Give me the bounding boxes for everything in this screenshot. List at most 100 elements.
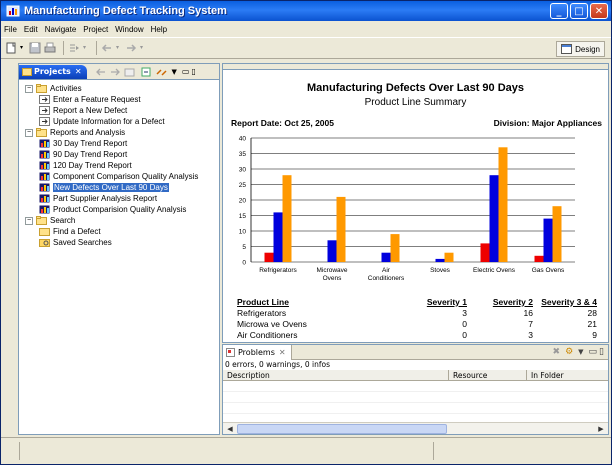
new-icon[interactable] [5, 42, 17, 54]
next-annotation-icon[interactable] [68, 42, 80, 54]
menu-edit[interactable]: Edit [24, 25, 38, 34]
defects-table: Product Line Severity 1 Severity 2 Severity… [237, 296, 607, 343]
column-header: Product Line [237, 296, 289, 307]
view-menu-icon[interactable]: ▼ [578, 348, 583, 356]
maximize-view-icon[interactable]: ▯ [599, 347, 604, 357]
collapse-all-icon[interactable] [141, 67, 153, 77]
tree-item[interactable]: Saved Searches [19, 237, 219, 248]
tree-item[interactable]: Part Supplier Analysis Report [19, 193, 219, 204]
projects-tab-label: Projects [34, 67, 71, 76]
filter-icon[interactable]: ⚙ [565, 347, 573, 357]
view-menu-icon[interactable]: ▼ [172, 68, 177, 76]
x-tick-label: Gas Ovens [532, 267, 565, 274]
tree-item[interactable]: Enter a Feature Request [19, 94, 219, 105]
tree-item[interactable]: − Search [19, 215, 219, 226]
status-divider [433, 442, 434, 460]
forward-nav-icon[interactable] [109, 67, 121, 77]
tree-item[interactable]: 120 Day Trend Report [19, 160, 219, 171]
bar [264, 252, 274, 262]
minimize-button[interactable]: _ [550, 3, 568, 19]
table-cell: 3 [528, 329, 533, 340]
x-tick-label: Ovens [323, 275, 343, 282]
close-button[interactable]: ✕ [590, 3, 608, 19]
scroll-left-icon[interactable]: ◀ [225, 424, 235, 434]
collapse-icon[interactable]: − [25, 128, 33, 137]
menu-window[interactable]: Window [115, 25, 143, 34]
link-page-icon [39, 95, 50, 104]
report-icon [39, 139, 50, 148]
tree-item[interactable]: − Activities [19, 83, 219, 94]
horizontal-scrollbar[interactable]: ◀ ▶ [223, 422, 608, 434]
link-with-editor-icon[interactable] [155, 67, 168, 77]
y-tick-label: 35 [239, 151, 247, 158]
minimize-view-icon[interactable]: ▭ [182, 67, 190, 76]
problems-tab-close-icon[interactable]: ✕ [279, 348, 286, 357]
tree-item[interactable]: Find a Defect [19, 226, 219, 237]
tree-item[interactable]: 90 Day Trend Report [19, 149, 219, 160]
report-icon [39, 194, 50, 203]
minimize-view-icon[interactable]: ▭ [589, 347, 598, 357]
tree-item-label: Enter a Feature Request [53, 95, 141, 104]
tree-item[interactable]: − Reports and Analysis [19, 127, 219, 138]
report-icon [39, 205, 50, 214]
scroll-thumb[interactable] [237, 424, 447, 434]
x-tick-label: Electric Ovens [473, 267, 516, 274]
tree-item[interactable]: Report a New Defect [19, 105, 219, 116]
tree-item[interactable]: Product Comparision Quality Analysis [19, 204, 219, 215]
projects-view: Projects ✕ ▼ ▭ ▯ − Activities Enter a Feat… [18, 63, 220, 435]
dropdown-arrow-icon[interactable]: ▾ [83, 42, 89, 54]
dropdown-arrow-icon[interactable]: ▾ [20, 42, 26, 54]
save-icon[interactable] [29, 42, 41, 54]
table-cell: 3 [533, 341, 597, 343]
collapse-icon[interactable]: − [25, 84, 33, 93]
collapse-icon[interactable]: − [25, 216, 33, 225]
dropdown-arrow-icon[interactable]: ▾ [140, 42, 146, 54]
folder-icon [39, 228, 50, 236]
bar [282, 175, 292, 262]
application-window: Manufacturing Defect Tracking System _ □… [0, 0, 612, 465]
column-description[interactable]: Description [223, 370, 449, 380]
tree-item-label: Product Comparision Quality Analysis [53, 205, 187, 214]
bar [552, 206, 562, 262]
bar [381, 252, 391, 262]
back-icon[interactable] [101, 42, 113, 54]
toolbar-separator [96, 41, 97, 55]
x-tick-label: Stoves [430, 267, 451, 274]
table-cell: 21 [587, 318, 597, 329]
title-bar[interactable]: Manufacturing Defect Tracking System _ □… [1, 1, 611, 21]
print-icon[interactable] [44, 42, 56, 54]
maximize-button[interactable]: □ [570, 3, 588, 19]
scroll-right-icon[interactable]: ▶ [596, 424, 606, 434]
up-nav-icon[interactable] [124, 67, 136, 77]
menu-file[interactable]: File [4, 25, 17, 34]
column-in-folder[interactable]: In Folder [527, 370, 608, 380]
tab-problems[interactable]: Problems ✕ [223, 345, 292, 360]
tree-item[interactable]: New Defects Over Last 90 Days [19, 182, 219, 193]
table-cell: 3 [462, 307, 467, 318]
forward-icon[interactable] [125, 42, 137, 54]
menu-project[interactable]: Project [83, 25, 108, 34]
x-tick-label: Microwave [316, 267, 347, 274]
problems-tab-label: Problems [238, 347, 275, 357]
delete-icon[interactable]: ✖ [553, 347, 561, 357]
tab-projects[interactable]: Projects ✕ [19, 64, 87, 79]
menu-navigate[interactable]: Navigate [45, 25, 77, 34]
tree-item[interactable]: Component Comparison Quality Analysis [19, 171, 219, 182]
table-row: Air Conditioners 0 3 9 [237, 329, 607, 340]
report-icon [39, 161, 50, 170]
back-nav-icon[interactable] [95, 67, 107, 77]
projects-tab-close-icon[interactable]: ✕ [75, 67, 82, 76]
bar [489, 175, 499, 262]
column-resource[interactable]: Resource [449, 370, 527, 380]
tree-item-label: Component Comparison Quality Analysis [53, 172, 199, 181]
menu-help[interactable]: Help [151, 25, 167, 34]
problems-view: Problems ✕ ✖ ⚙ ▼ ▭ ▯ 0 errors, 0 warning… [222, 344, 609, 435]
table-cell: 28 [587, 307, 597, 318]
app-icon [6, 5, 20, 17]
maximize-view-icon[interactable]: ▯ [191, 67, 195, 76]
tree-item[interactable]: 30 Day Trend Report [19, 138, 219, 149]
dropdown-arrow-icon[interactable]: ▾ [116, 42, 122, 54]
design-perspective-button[interactable]: Design [556, 41, 605, 57]
tree-item[interactable]: Update Information for a Defect [19, 116, 219, 127]
table-cell: 9 [592, 329, 597, 340]
